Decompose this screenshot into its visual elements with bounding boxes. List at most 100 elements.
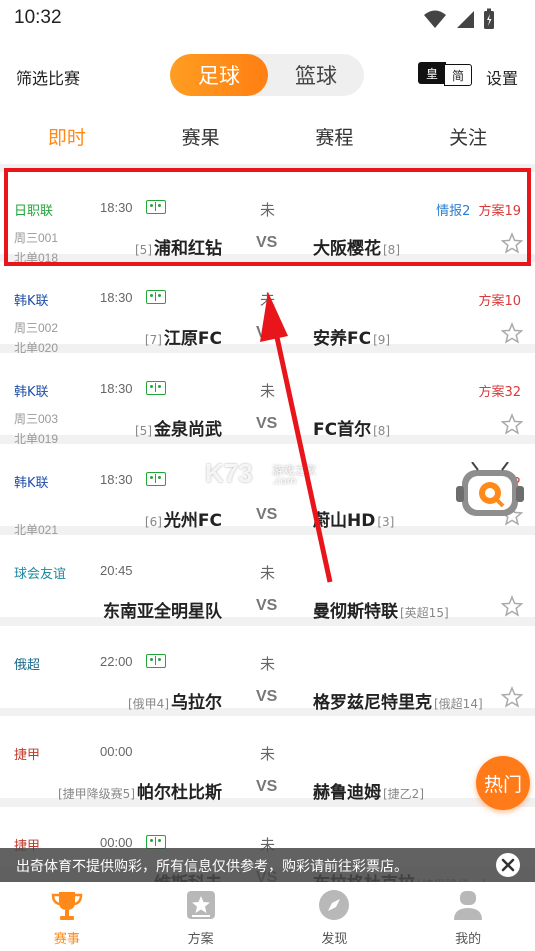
- nav-discover-label: 发现: [321, 932, 348, 947]
- tab-schedule[interactable]: 赛程: [268, 112, 402, 164]
- away-team-name: 曼彻斯特联: [313, 602, 398, 622]
- home-team: [6] 光州FC: [143, 506, 222, 531]
- away-team-name: 格罗兹尼特里克: [313, 693, 432, 713]
- away-rank: [捷乙2]: [383, 787, 424, 801]
- home-team: [5] 金泉尚武: [133, 415, 222, 440]
- league-name: 捷甲: [14, 748, 41, 763]
- notice-text: 出奇体育不提供购彩，所有信息仅供参考，购彩请前往彩票店。: [16, 859, 408, 875]
- settings-button[interactable]: 设置: [486, 65, 518, 89]
- wifi-icon: [424, 10, 446, 28]
- vs-label: VS: [256, 324, 278, 341]
- home-team-name: 江原FC: [163, 329, 222, 349]
- nav-plans[interactable]: 方案: [134, 882, 268, 951]
- match-row[interactable]: 球会友谊 20:45 未东南亚全明星队 VS 曼彻斯特联 [英超15]: [0, 535, 535, 622]
- match-status: 未: [260, 291, 276, 309]
- match-time: 20:45: [100, 563, 133, 578]
- match-badges: 方案10: [478, 290, 521, 309]
- match-time: 22:00: [100, 654, 133, 669]
- user-icon: [454, 891, 483, 920]
- pitch-icon: [146, 381, 166, 395]
- away-team: FC首尔 [8]: [313, 415, 392, 440]
- vs-label: VS: [256, 778, 278, 795]
- lang-traditional: 皇: [418, 62, 446, 84]
- home-team: 东南亚全明星队: [103, 597, 222, 622]
- robot-mascot-icon: [456, 462, 524, 516]
- away-rank: [俄超14]: [434, 697, 483, 711]
- match-status: 未: [260, 655, 276, 673]
- away-rank: [3]: [377, 515, 395, 529]
- follow-star-icon[interactable]: [500, 686, 524, 708]
- nav-profile[interactable]: 我的: [401, 882, 535, 951]
- nav-plans-label: 方案: [187, 932, 214, 947]
- trophy-icon: [51, 892, 83, 920]
- league-name: 韩K联: [14, 385, 49, 400]
- compass-icon: [319, 890, 350, 920]
- away-team: 安养FC [9]: [313, 324, 392, 349]
- nav-matches[interactable]: 赛事: [0, 882, 134, 951]
- home-team-name: 光州FC: [163, 511, 222, 531]
- signal-icon: [457, 11, 474, 28]
- vs-label: VS: [256, 506, 278, 523]
- match-row[interactable]: 捷甲 00:00 未 [捷甲降级赛5] 帕尔杜比斯 VS 赫鲁迪姆 [捷乙2]: [0, 716, 535, 803]
- home-team-name: 帕尔杜比斯: [137, 783, 222, 803]
- lottery-code: 周三003: [14, 412, 59, 426]
- follow-star-icon[interactable]: [500, 322, 524, 344]
- match-row[interactable]: 韩K联 18:30 未周三003 北单019 [5] 金泉尚武 VS FC首尔 [8] 方案32: [0, 353, 535, 446]
- nav-discover[interactable]: 发现: [268, 882, 402, 951]
- tab-results[interactable]: 赛果: [134, 112, 268, 164]
- league-name: 韩K联: [14, 294, 49, 309]
- pitch-icon: [146, 290, 166, 304]
- follow-star-icon[interactable]: [500, 413, 524, 435]
- away-team: 蔚山HD [3]: [313, 506, 396, 531]
- away-team-name: 安养FC: [313, 329, 372, 349]
- follow-star-icon[interactable]: [500, 595, 524, 617]
- home-rank: [俄甲4]: [128, 697, 169, 711]
- nav-profile-label: 我的: [455, 932, 482, 947]
- league-name: 球会友谊: [14, 567, 67, 582]
- status-time: 10:32: [14, 7, 62, 28]
- close-icon: [501, 858, 515, 872]
- filter-matches-button[interactable]: 筛选比赛: [16, 65, 80, 89]
- tab-basketball[interactable]: 篮球: [268, 54, 364, 96]
- home-team-name: 东南亚全明星队: [103, 602, 222, 622]
- bottom-nav: 赛事 方案 发现 我的: [0, 882, 535, 951]
- tab-following[interactable]: 关注: [401, 112, 535, 164]
- match-row[interactable]: 俄超 22:00 未 [俄甲4] 乌拉尔 VS 格罗兹尼特里克 [俄超14]: [0, 626, 535, 713]
- highlight-box: [4, 168, 531, 266]
- match-row[interactable]: 韩K联18:30北单021[6]光州FCVS蔚山HD[3]方案2: [0, 444, 535, 537]
- header: 筛选比赛 足球 篮球 皇 简 设置: [0, 38, 535, 112]
- away-rank: [8]: [373, 424, 391, 438]
- tab-football[interactable]: 足球: [170, 54, 268, 96]
- match-status: 未: [260, 564, 276, 582]
- away-rank: [英超15]: [400, 606, 449, 620]
- pitch-icon: [146, 835, 166, 849]
- battery-icon: [484, 8, 494, 29]
- status-icons: [423, 8, 495, 30]
- away-team: 曼彻斯特联 [英超15]: [313, 597, 451, 622]
- league-name: 韩K联: [14, 476, 49, 491]
- sport-toggle: 足球 篮球: [170, 54, 364, 96]
- match-status: 未: [260, 745, 276, 763]
- close-notice-button[interactable]: [496, 853, 520, 877]
- pitch-icon: [146, 654, 166, 668]
- away-rank: [9]: [373, 333, 391, 347]
- notice-bar: 出奇体育不提供购彩，所有信息仅供参考，购彩请前往彩票店。: [0, 848, 535, 882]
- status-bar: 10:32: [0, 0, 535, 38]
- away-team-name: 赫鲁迪姆: [313, 783, 381, 803]
- match-time: 18:30: [100, 472, 133, 487]
- match-row[interactable]: 韩K联 18:30 未周三002 北单020 [7] 江原FC VS 安养FC [9] 方案10: [0, 262, 535, 355]
- plan-badge[interactable]: 方案10: [478, 290, 521, 309]
- hot-button[interactable]: 热门: [476, 756, 530, 810]
- match-time: 18:30: [100, 381, 133, 396]
- plan-star-icon: [186, 891, 215, 919]
- pitch-icon: [146, 472, 166, 486]
- lottery-code: 周三002: [14, 321, 59, 335]
- match-badges: 方案32: [478, 381, 521, 400]
- tab-live[interactable]: 即时: [0, 112, 134, 164]
- watermark-domain: .com: [272, 476, 297, 487]
- watermark-brand: K73: [205, 458, 253, 488]
- match-time: 18:30: [100, 290, 133, 305]
- away-team-name: 蔚山HD: [313, 511, 376, 531]
- language-toggle[interactable]: 皇 简: [418, 62, 472, 88]
- plan-badge[interactable]: 方案32: [478, 381, 521, 400]
